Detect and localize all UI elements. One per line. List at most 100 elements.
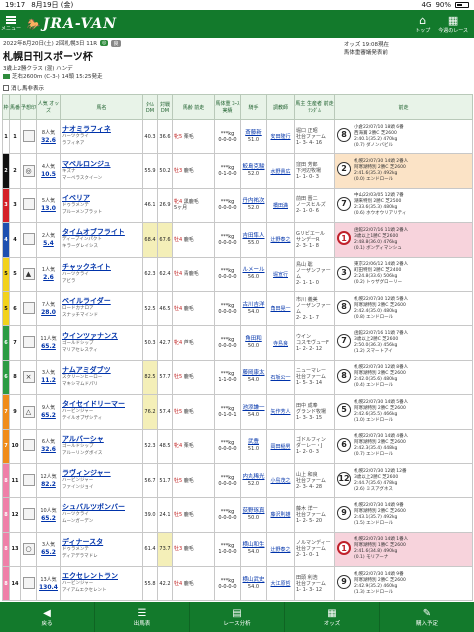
prediction-mark[interactable]: [22, 301, 35, 314]
table-row[interactable]: 8 11 12人気 82.2 ラヴィンジャー ハービンジャー ファインジョイ 56.7 51.7…: [2, 462, 473, 499]
win-odds[interactable]: 2.6: [38, 274, 59, 281]
horse-cell[interactable]: ディナースタ ドゥラメンテ ディアデラマドレ: [60, 531, 143, 568]
prediction-mark[interactable]: [22, 473, 35, 486]
popularity-odds[interactable]: 13人気 130.4: [36, 566, 61, 602]
trainer-name[interactable]: 水野貴広: [266, 153, 295, 189]
prediction-mark-cell[interactable]: ○: [20, 531, 37, 568]
popularity-odds[interactable]: 5人気 13.0: [36, 187, 61, 224]
horse-cell[interactable]: ナオミラフィネ ハーツクライ ラフィネア: [60, 118, 143, 155]
trainer-name[interactable]: 石坂公一: [266, 359, 295, 396]
past-race-cell[interactable]: 8 小倉22/07/10 18頭 6番 西海賞 2勝C 芝2600 2:40.1(…: [334, 118, 473, 155]
table-row[interactable]: 6 8 × 3人気 11.2 ナムアミダブツ スクリーンヒーロー マキシマムドパリ 82.5 57…: [2, 359, 473, 396]
prediction-mark-cell[interactable]: [20, 497, 37, 533]
table-row[interactable]: 3 3 5人気 13.0 イベリア ドゥラメンテ ブルーメンブラット 46.1 26.9 牝4 黒…: [2, 187, 473, 224]
jockey-name[interactable]: 横山武史: [242, 577, 265, 584]
horse-cell[interactable]: イベリア ドゥラメンテ ブルーメンブラット: [60, 187, 143, 224]
prediction-mark-cell[interactable]: [20, 222, 37, 258]
popularity-odds[interactable]: 2人気 5.4: [36, 222, 61, 258]
table-row[interactable]: 5 6 7人気 28.0 ベイルライダー ロードカナロア スナッチマインド 52.5 46.5 牡…: [2, 290, 473, 327]
nav-analysis[interactable]: ▤ レース分析: [190, 602, 285, 632]
win-odds[interactable]: 28.0: [38, 309, 59, 316]
col-ninki[interactable]: 人気 オッズ: [36, 94, 61, 120]
horse-name[interactable]: チャックネイト: [62, 263, 141, 271]
prediction-mark-cell[interactable]: ▲: [20, 256, 37, 292]
win-odds[interactable]: 65.2: [38, 343, 59, 350]
popularity-odds[interactable]: 3人気 11.2: [36, 359, 61, 396]
today-races-button[interactable]: ▦ 今週のレース: [438, 14, 468, 34]
horse-cell[interactable]: ベイルライダー ロードカナロア スナッチマインド: [60, 290, 143, 327]
horse-name[interactable]: タイセイドリーマー: [62, 401, 141, 408]
win-odds[interactable]: 65.2: [38, 515, 59, 522]
prediction-mark[interactable]: [22, 129, 35, 142]
horse-name[interactable]: ディナースタ: [62, 538, 141, 546]
prediction-mark[interactable]: [22, 232, 35, 245]
popularity-odds[interactable]: 1人気 2.6: [36, 256, 61, 292]
popularity-odds[interactable]: 10人気 65.2: [36, 497, 61, 533]
past-race-cell[interactable]: 1 函館22/07/16 11頭 2番人 3歳以上1勝C 芝2600 2:48.8…: [334, 222, 473, 258]
horse-name[interactable]: ウインツァナンス: [62, 332, 141, 340]
jockey-name[interactable]: 角田和: [242, 336, 265, 343]
jockey-cell[interactable]: 池添謙一 54.0: [240, 394, 267, 430]
nav-back[interactable]: ◀ 戻る: [0, 602, 95, 632]
jockey-cell[interactable]: 藤岡康太 54.0: [240, 359, 267, 396]
table-row[interactable]: 8 12 10人気 65.2 シュバルツボンバー ハーツクライ ムーンガーデン 39.0 24.…: [2, 497, 473, 533]
table-row[interactable]: 2 2 ◎ 4人気 10.5 マベルロンジュ キズナ マーベラスクイーン 55.9 50.2 牡3 …: [2, 153, 473, 189]
checkbox-icon[interactable]: [3, 85, 9, 91]
past-race-cell[interactable]: 7 中山22/03/05 12頭 7番 潮来特別 2勝C 芝2500 2:33.6…: [334, 187, 473, 224]
table-row[interactable]: 7 10 6人気 32.6 アルバーシャ ゴールドシップ アルーリングボイス 52.3 48.5…: [2, 428, 473, 464]
horse-cell[interactable]: エクセレントラン ハービンジャー アイアムエクセレント: [60, 566, 143, 602]
app-logo[interactable]: 🐎 JRA-VAN: [26, 16, 117, 32]
menu-button[interactable]: メニュー: [0, 10, 22, 38]
jockey-name[interactable]: ルメール: [242, 267, 265, 274]
trainer-name[interactable]: 矢作芳人: [266, 394, 295, 430]
prediction-mark[interactable]: △: [22, 405, 35, 418]
prediction-mark[interactable]: [22, 336, 35, 349]
nav-entries[interactable]: ☰ 出馬表: [95, 602, 190, 632]
horse-name[interactable]: ラヴィンジャー: [62, 470, 141, 477]
table-row[interactable]: 4 4 2人気 5.4 タイムオブフライト ディープインパクト キラーグレイシス 68.4 67…: [2, 222, 473, 258]
prediction-mark-cell[interactable]: [20, 290, 37, 327]
popularity-odds[interactable]: 12人気 82.2: [36, 462, 61, 499]
win-odds[interactable]: 5.4: [38, 240, 59, 247]
prediction-mark-cell[interactable]: [20, 566, 37, 602]
jockey-name[interactable]: 池添謙一: [242, 405, 265, 412]
horse-cell[interactable]: マベルロンジュ キズナ マーベラスクイーン: [60, 153, 143, 189]
popularity-odds[interactable]: 9人気 65.2: [36, 394, 61, 430]
trainer-name[interactable]: 角田晃一: [266, 290, 295, 327]
nav-odds[interactable]: ▦ オッズ: [285, 602, 380, 632]
jockey-name[interactable]: 武豊: [242, 439, 265, 446]
prediction-mark[interactable]: ×: [22, 371, 35, 384]
jockey-name[interactable]: 内丸稀光: [242, 474, 265, 481]
jockey-cell[interactable]: 丹内祐次 52.0: [240, 187, 267, 224]
popularity-odds[interactable]: 7人気 28.0: [36, 290, 61, 327]
jockey-cell[interactable]: 武豊 51.0: [240, 428, 267, 464]
jockey-cell[interactable]: 斎藤新 51.0: [240, 118, 267, 155]
prediction-mark[interactable]: [22, 507, 35, 520]
horse-name[interactable]: イベリア: [62, 194, 141, 202]
past-race-cell[interactable]: 9 札幌22/07/30 14頭 9番 阿寒湖特別 2勝C 芝2600 2:43.…: [334, 497, 473, 533]
popularity-odds[interactable]: 8人気 32.6: [36, 118, 61, 155]
jockey-name[interactable]: 古川吉洋: [242, 302, 265, 309]
hide-scratched-toggle[interactable]: 消し馬非表示: [3, 84, 44, 92]
jockey-name[interactable]: 鮫島克駿: [242, 164, 265, 171]
horse-name[interactable]: ベイルライダー: [62, 298, 141, 305]
trainer-name[interactable]: 寺島良: [266, 325, 295, 361]
win-odds[interactable]: 10.5: [38, 171, 59, 178]
past-race-cell[interactable]: 7 函館22/07/16 11頭 7番人 3歳以上2勝C 芝2600 2:50.0…: [334, 325, 473, 361]
win-odds[interactable]: 130.4: [38, 584, 59, 591]
prediction-mark-cell[interactable]: ×: [20, 359, 37, 396]
prediction-mark-cell[interactable]: [20, 187, 37, 224]
prediction-mark-cell[interactable]: [20, 325, 37, 361]
prediction-mark-cell[interactable]: △: [20, 394, 37, 430]
table-row[interactable]: 7 9 △ 9人気 65.2 タイセイドリーマー ハービンジャー テイルオブザシティ 76.2 5…: [2, 394, 473, 430]
horse-cell[interactable]: タイセイドリーマー ハービンジャー テイルオブザシティ: [60, 394, 143, 430]
popularity-odds[interactable]: 11人気 65.2: [36, 325, 61, 361]
horse-name[interactable]: アルバーシャ: [62, 435, 141, 443]
top-button[interactable]: ⌂ トップ: [415, 14, 430, 34]
win-odds[interactable]: 82.2: [38, 481, 59, 488]
jockey-name[interactable]: 丹内祐次: [242, 198, 265, 205]
horse-cell[interactable]: タイムオブフライト ディープインパクト キラーグレイシス: [60, 222, 143, 258]
prediction-mark[interactable]: ▲: [22, 268, 35, 281]
prediction-mark-cell[interactable]: [20, 462, 37, 499]
horse-cell[interactable]: ラヴィンジャー ハービンジャー ファインジョイ: [60, 462, 143, 499]
